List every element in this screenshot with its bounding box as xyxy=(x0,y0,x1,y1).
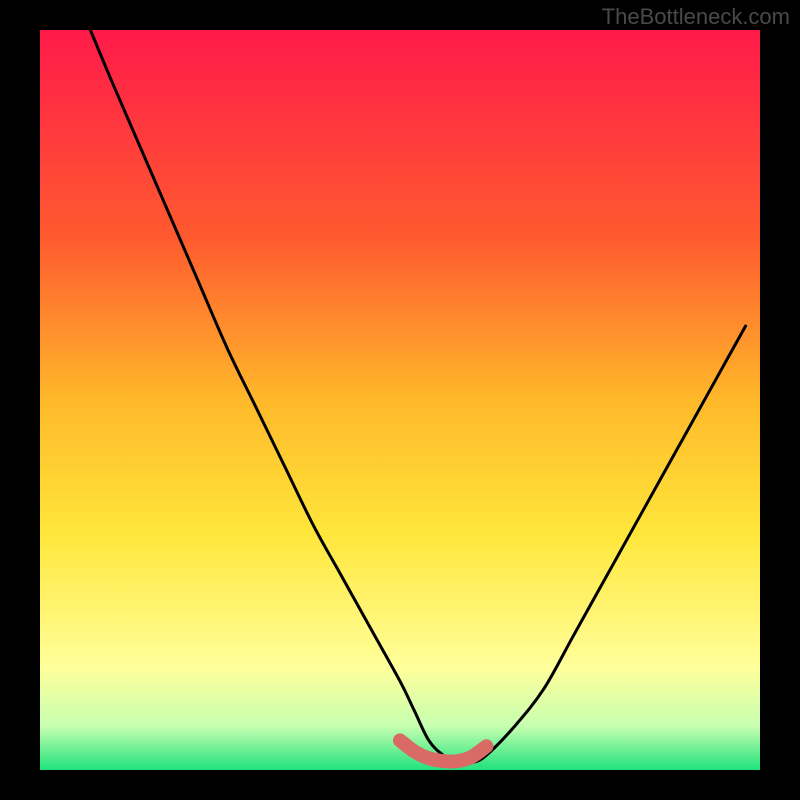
chart-frame: TheBottleneck.com xyxy=(0,0,800,800)
watermark-text: TheBottleneck.com xyxy=(602,4,790,30)
bottleneck-chart-svg xyxy=(0,0,800,800)
plot-background xyxy=(40,30,760,770)
